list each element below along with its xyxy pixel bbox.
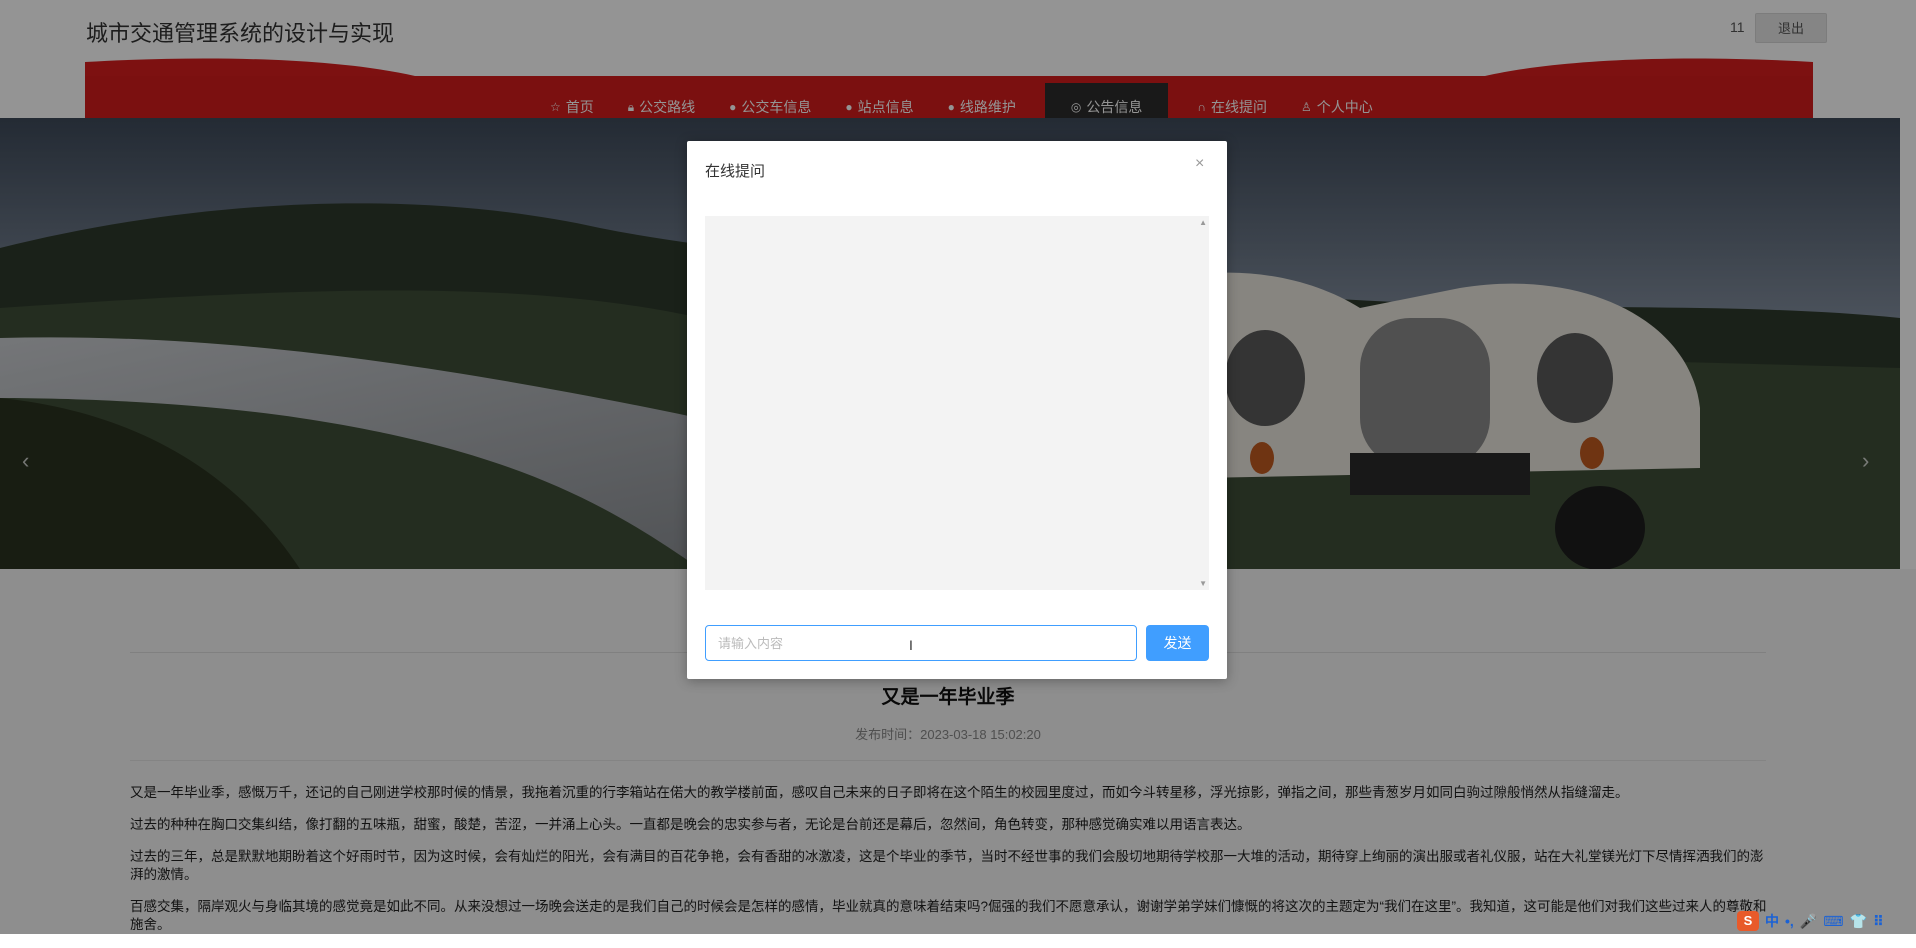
scroll-down-arrow-icon[interactable]: ▼	[1199, 579, 1207, 588]
ime-menu-icon[interactable]: ⠿	[1873, 913, 1884, 930]
text-cursor-icon: I	[909, 637, 913, 653]
send-button[interactable]: 发送	[1146, 625, 1209, 661]
chat-message-area[interactable]: ▲ ▼	[705, 216, 1209, 590]
ime-toolbar: S 中 •, 🎤 ⌨ 👕 ⠿	[1737, 910, 1884, 932]
ime-microphone-icon[interactable]: 🎤	[1800, 913, 1817, 930]
sogou-logo-icon[interactable]: S	[1737, 911, 1759, 931]
scroll-up-arrow-icon[interactable]: ▲	[1199, 218, 1207, 227]
close-icon[interactable]: ×	[1195, 155, 1204, 173]
message-input[interactable]	[705, 625, 1137, 661]
page: 城市交通管理系统的设计与实现 11 退出 ☆ 首页 🔒︎ 公交路线 ● 公交车信息 ●…	[0, 0, 1916, 934]
ime-punctuation-icon[interactable]: •,	[1785, 913, 1794, 929]
ime-skin-icon[interactable]: 👕	[1849, 913, 1866, 930]
ime-keyboard-icon[interactable]: ⌨	[1823, 913, 1843, 930]
ime-language-toggle[interactable]: 中	[1765, 911, 1779, 931]
dialog-title: 在线提问	[705, 163, 766, 180]
online-question-dialog: 在线提问 × ▲ ▼ 发送	[687, 141, 1227, 679]
